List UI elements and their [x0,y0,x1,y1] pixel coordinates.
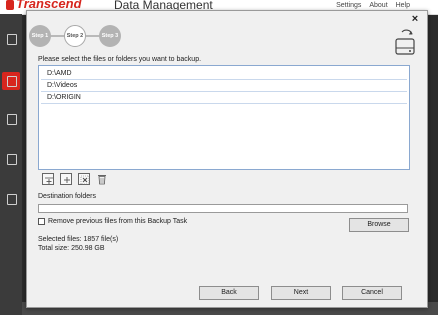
delete-button[interactable] [96,173,108,185]
instruction-text: Please select the files or folders you w… [38,56,202,63]
lock-icon [7,154,17,165]
delete-icon [98,175,106,185]
browse-button[interactable]: Browse [349,218,409,232]
selected-files-text: Selected files: 1857 file(s) [38,236,119,243]
tool-icon [7,114,17,125]
remove-previous-label: Remove previous files from this Backup T… [48,218,188,225]
backup-wizard-dialog: × Step 1 Step 2 Step 3 Please select the… [26,10,428,308]
cancel-button[interactable]: Cancel [342,286,402,300]
step-indicator: Step 1 Step 2 Step 3 [29,25,125,47]
cloud-icon [7,194,17,205]
step-1: Step 1 [29,25,51,47]
selection-summary: Selected files: 1857 file(s) Total size:… [38,235,118,253]
file-list-item[interactable]: D:\AMD [41,68,407,80]
top-links: Settings About Help [330,2,410,9]
remove-selected-icon [80,175,90,185]
step-2: Step 2 [64,25,86,47]
drive-icon [7,34,17,45]
help-link[interactable]: Help [396,2,410,9]
about-link[interactable]: About [369,2,387,9]
file-list-item[interactable]: D:\ORIGIN [41,92,407,104]
add-file-icon [64,177,70,183]
next-button[interactable]: Next [271,286,331,300]
rail-item-backup[interactable] [2,72,20,90]
side-rail [0,14,22,315]
file-list-item[interactable]: D:\Videos [41,80,407,92]
rail-item-1[interactable] [2,30,20,48]
backup-icon [7,76,17,87]
total-size-text: Total size: 250.98 GB [38,245,105,252]
transcend-logo-icon [6,0,14,10]
add-file-button[interactable] [60,173,72,185]
rail-item-5[interactable] [2,190,20,208]
step-3: Step 3 [99,25,121,47]
remove-previous-checkbox[interactable] [38,218,45,225]
add-folder-button[interactable] [42,173,54,185]
add-folder-icon [45,177,53,184]
remove-selected-button[interactable] [78,173,90,185]
remove-previous-option[interactable]: Remove previous files from this Backup T… [38,218,187,228]
rail-item-3[interactable] [2,110,20,128]
back-button[interactable]: Back [199,286,259,300]
file-list[interactable]: D:\AMD D:\Videos D:\ORIGIN [38,65,410,170]
settings-link[interactable]: Settings [336,2,361,9]
rail-item-4[interactable] [2,150,20,168]
destination-label: Destination folders [38,193,96,200]
close-button[interactable]: × [409,13,421,25]
backup-drive-icon [395,29,415,55]
destination-field[interactable] [38,204,408,213]
